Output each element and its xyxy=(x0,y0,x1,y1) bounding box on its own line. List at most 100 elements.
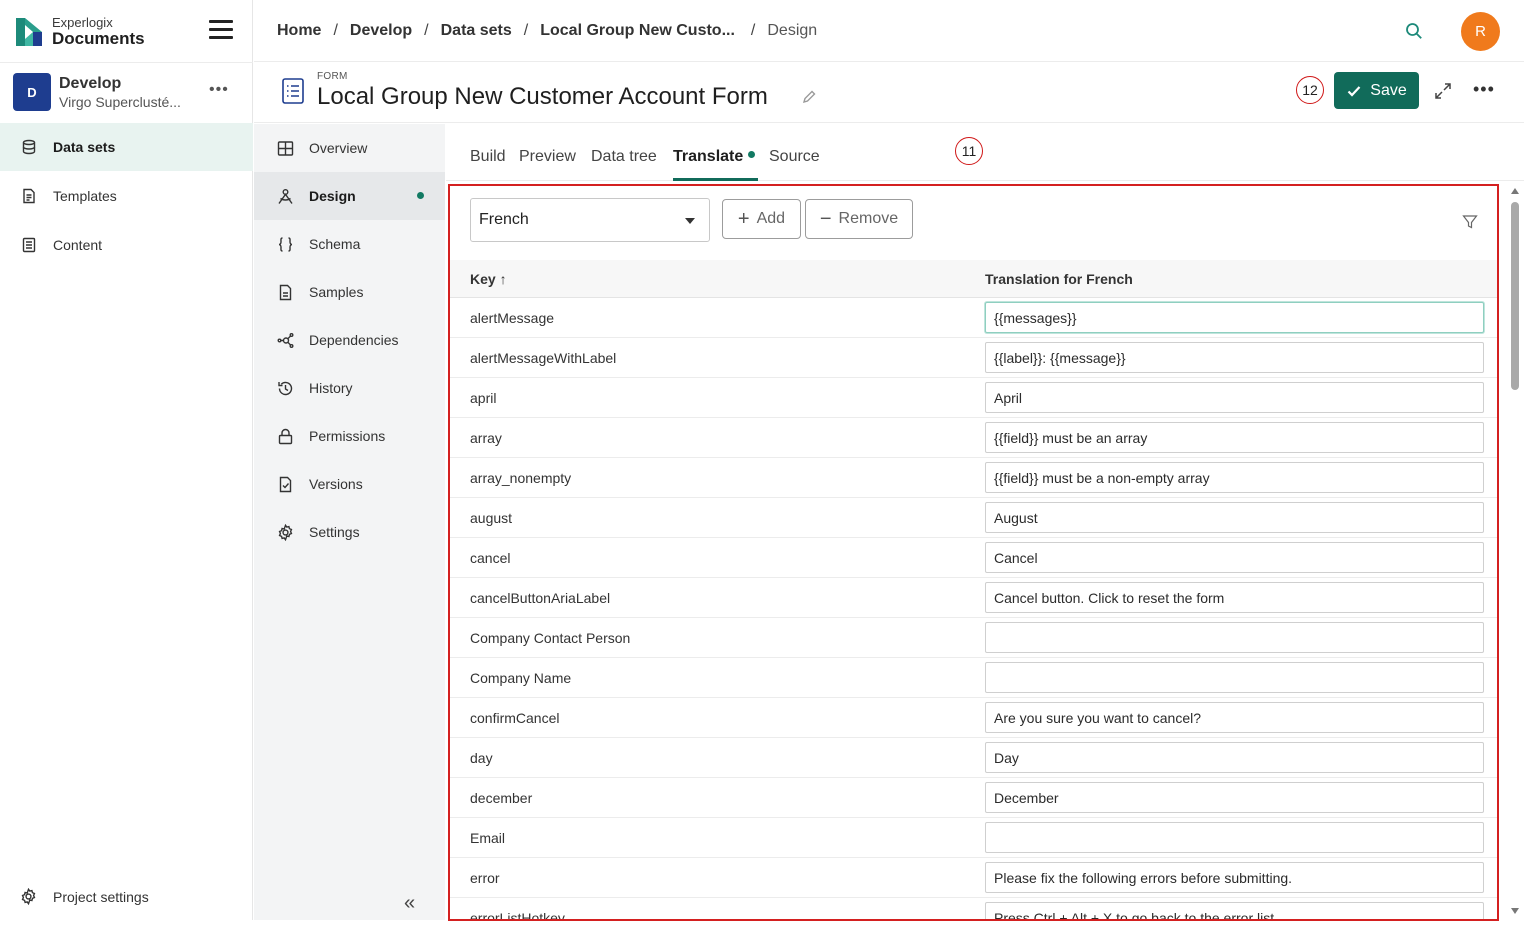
subnav-item-history[interactable]: History xyxy=(254,364,445,412)
history-icon xyxy=(276,379,294,397)
translation-key: april xyxy=(470,390,497,406)
translation-input[interactable] xyxy=(985,502,1484,533)
project-settings-link[interactable]: Project settings xyxy=(20,888,149,905)
database-icon xyxy=(20,138,38,156)
project-subtitle: Virgo Superclusté... xyxy=(59,94,181,110)
table-row: december xyxy=(450,778,1497,818)
scroll-up-icon[interactable] xyxy=(1511,188,1519,194)
project-avatar: D xyxy=(13,73,51,111)
content-icon xyxy=(20,236,38,254)
translation-input[interactable] xyxy=(985,422,1484,453)
expand-icon[interactable] xyxy=(1434,82,1452,100)
translation-input[interactable] xyxy=(985,742,1484,773)
translation-input[interactable] xyxy=(985,342,1484,373)
user-avatar[interactable]: R xyxy=(1461,12,1500,51)
lock-icon xyxy=(276,427,294,445)
project-more-icon[interactable]: ••• xyxy=(209,81,229,99)
breadcrumb-data-sets[interactable]: Data sets xyxy=(441,22,512,40)
table-row: august xyxy=(450,498,1497,538)
sidebar-item-label: Templates xyxy=(53,188,117,204)
breadcrumb: Home / Develop / Data sets / Local Group… xyxy=(277,22,817,40)
breadcrumb-develop[interactable]: Develop xyxy=(350,22,412,40)
translation-key: errorListHotkey xyxy=(470,910,565,921)
translation-rows: alertMessage alertMessageWithLabel april ar… xyxy=(450,298,1497,921)
breadcrumb-separator: / xyxy=(333,22,338,39)
breadcrumb-separator: / xyxy=(750,22,756,39)
subnav-item-settings[interactable]: Settings xyxy=(254,508,445,556)
translation-input[interactable] xyxy=(985,662,1484,693)
translation-input[interactable] xyxy=(985,462,1484,493)
translation-key: august xyxy=(470,510,513,526)
add-language-button[interactable]: + Add xyxy=(722,199,801,239)
search-icon[interactable] xyxy=(1404,21,1424,41)
subnav-item-versions[interactable]: Versions xyxy=(254,460,445,508)
subnav-item-label: Schema xyxy=(309,236,361,252)
template-icon xyxy=(20,187,38,205)
translation-input[interactable] xyxy=(985,862,1484,893)
tab-preview[interactable]: Preview xyxy=(519,148,576,166)
translation-input[interactable] xyxy=(985,302,1484,333)
table-row: array_nonempty xyxy=(450,458,1497,498)
translation-input[interactable] xyxy=(985,902,1484,919)
sidebar-item-data-sets[interactable]: Data sets xyxy=(0,123,253,171)
brand[interactable]: Experlogix Documents xyxy=(16,16,145,47)
translation-key: array xyxy=(470,430,502,446)
column-header-key[interactable]: Key ↑ xyxy=(470,271,507,287)
tab-build[interactable]: Build xyxy=(470,148,506,166)
subnav-item-dependencies[interactable]: Dependencies xyxy=(254,316,445,364)
subnav-item-label: Overview xyxy=(309,140,368,156)
annotation-badge: 11 xyxy=(955,137,983,165)
tab-data-tree[interactable]: Data tree xyxy=(591,148,657,166)
breadcrumb-form[interactable]: Local Group New Custo... xyxy=(540,22,735,40)
vertical-scrollbar[interactable] xyxy=(1508,184,1522,920)
project-settings-label: Project settings xyxy=(53,888,149,905)
more-options-icon[interactable]: ••• xyxy=(1473,79,1495,100)
filter-icon[interactable] xyxy=(1462,214,1478,230)
subnav-item-schema[interactable]: Schema xyxy=(254,220,445,268)
scroll-down-icon[interactable] xyxy=(1511,908,1519,914)
menu-toggle-icon[interactable] xyxy=(209,20,233,40)
breadcrumb-home[interactable]: Home xyxy=(277,22,321,40)
breadcrumb-current: Design xyxy=(767,22,818,39)
minus-icon: − xyxy=(819,207,832,230)
translation-input[interactable] xyxy=(985,382,1484,413)
translation-input[interactable] xyxy=(985,582,1484,613)
translation-key: error xyxy=(470,870,500,886)
sidebar-item-label: Data sets xyxy=(53,139,116,155)
collapse-sidebar-icon[interactable]: « xyxy=(404,892,415,915)
table-row: Email xyxy=(450,818,1497,858)
translation-input[interactable] xyxy=(985,782,1484,813)
plus-icon: + xyxy=(737,207,750,230)
save-button-label: Save xyxy=(1370,81,1407,99)
save-button[interactable]: Save xyxy=(1334,72,1419,109)
translation-input[interactable] xyxy=(985,702,1484,733)
language-select[interactable]: French xyxy=(470,198,710,242)
tab-translate[interactable]: Translate xyxy=(673,148,756,166)
sidebar-item-templates[interactable]: Templates xyxy=(0,172,253,220)
sidebar-item-content[interactable]: Content xyxy=(0,221,253,269)
subnav-item-permissions[interactable]: Permissions xyxy=(254,412,445,460)
sidebar-nav: Data sets Templates Content xyxy=(0,123,253,270)
subnav-item-samples[interactable]: Samples xyxy=(254,268,445,316)
table-row: error xyxy=(450,858,1497,898)
caret-down-icon xyxy=(685,218,695,224)
table-row: array xyxy=(450,418,1497,458)
translation-toolbar: French + Add − Remove xyxy=(450,186,1497,258)
versions-icon xyxy=(276,475,294,493)
annotation-badge: 12 xyxy=(1296,76,1324,104)
subnav-item-overview[interactable]: Overview xyxy=(254,124,445,172)
translation-input[interactable] xyxy=(985,822,1484,853)
translation-input[interactable] xyxy=(985,622,1484,653)
table-row: alertMessage xyxy=(450,298,1497,338)
subnav-item-design[interactable]: Design xyxy=(254,172,445,220)
translation-input[interactable] xyxy=(985,542,1484,573)
subnav-item-label: Design xyxy=(309,188,356,204)
scrollbar-thumb[interactable] xyxy=(1511,202,1519,390)
brand-small-text: Experlogix xyxy=(52,15,113,30)
pencil-icon[interactable] xyxy=(802,90,816,104)
remove-language-button[interactable]: − Remove xyxy=(805,199,913,239)
project-switcher[interactable]: D Develop Virgo Superclusté... ••• xyxy=(0,62,253,122)
tab-source[interactable]: Source xyxy=(769,148,820,166)
column-header-translation: Translation for French xyxy=(985,271,1133,287)
table-row: Company Name xyxy=(450,658,1497,698)
